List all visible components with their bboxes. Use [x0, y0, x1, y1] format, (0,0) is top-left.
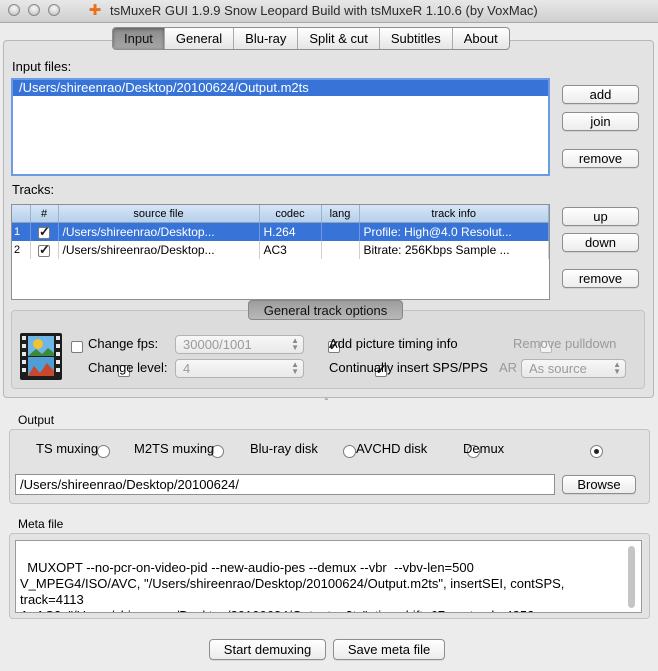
col-codec[interactable]: codec: [259, 205, 322, 223]
window-title: tsMuxeR GUI 1.9.9 Snow Leopard Build wit…: [110, 3, 538, 18]
level-select: 4 ▲ ▼: [175, 359, 304, 378]
track-down-button[interactable]: down: [562, 233, 639, 252]
track-codec: AC3: [259, 241, 322, 259]
output-path-field[interactable]: /Users/shireenrao/Desktop/20100624/: [15, 474, 555, 495]
track-info: Bitrate: 256Kbps Sample ...: [359, 241, 549, 259]
track-up-button[interactable]: up: [562, 207, 639, 226]
fps-value: 30000/1001: [183, 337, 252, 352]
m2ts-muxing-label: M2TS muxing: [134, 441, 215, 456]
minimize-window-button[interactable]: [28, 4, 40, 16]
ar-value: As source: [529, 361, 587, 376]
track-lang[interactable]: [321, 241, 360, 259]
input-files-list[interactable]: /Users/shireenrao/Desktop/20100624/Outpu…: [11, 78, 550, 176]
track-enable-checkbox[interactable]: [38, 242, 50, 258]
title-bar: ✚ tsMuxeR GUI 1.9.9 Snow Leopard Build w…: [0, 0, 658, 23]
add-picture-timing-label: Add picture timing info: [329, 336, 458, 351]
track-row-number: 1: [12, 222, 31, 241]
col-selector: [12, 205, 31, 223]
track-options-header: General track options: [248, 300, 403, 320]
remove-file-button[interactable]: remove: [562, 149, 639, 168]
tab-general[interactable]: General: [165, 28, 235, 49]
stepper-icon: ▲ ▼: [291, 360, 299, 376]
save-meta-file-button[interactable]: Save meta file: [333, 639, 445, 660]
zoom-window-button[interactable]: [48, 4, 60, 16]
tab-subtitles[interactable]: Subtitles: [380, 28, 453, 49]
join-file-button[interactable]: join: [562, 112, 639, 131]
tracks-header-row: # source file codec lang track info: [12, 205, 549, 223]
remove-track-button[interactable]: remove: [562, 269, 639, 288]
track-enable-checkbox[interactable]: [38, 224, 50, 240]
col-source-file[interactable]: source file: [58, 205, 260, 223]
tab-bar: Input General Blu-ray Split & cut Subtit…: [112, 27, 510, 50]
ar-label: AR: [499, 360, 518, 375]
splitter-handle-icon[interactable]: ⌃: [323, 397, 330, 406]
output-label: Output: [18, 413, 55, 427]
app-puzzle-icon: ✚: [88, 2, 102, 19]
track-codec: H.264: [259, 222, 322, 241]
tracks-table[interactable]: # source file codec lang track info 1 /U…: [11, 204, 550, 300]
meta-file-text: MUXOPT --no-pcr-on-video-pid --new-audio…: [20, 560, 565, 612]
remove-pulldown-label: Remove pulldown: [513, 336, 617, 351]
ar-select: As source ▲ ▼: [521, 359, 626, 378]
tab-split-cut[interactable]: Split & cut: [298, 28, 380, 49]
col-number[interactable]: #: [30, 205, 59, 223]
demux-label: Demux: [463, 441, 505, 456]
track-lang[interactable]: [321, 222, 360, 241]
meta-scrollbar[interactable]: [628, 546, 635, 608]
add-file-button[interactable]: add: [562, 85, 639, 104]
fps-select: 30000/1001 ▲ ▼: [175, 335, 304, 354]
input-file-item[interactable]: /Users/shireenrao/Desktop/20100624/Outpu…: [13, 80, 548, 96]
browse-button[interactable]: Browse: [562, 475, 636, 494]
tracks-label: Tracks:: [12, 182, 55, 197]
change-fps-label: Change fps:: [88, 336, 159, 351]
change-fps-checkbox[interactable]: [71, 340, 83, 353]
blu-ray-disk-label: Blu-ray disk: [250, 441, 318, 456]
track-source: /Users/shireenrao/Desktop...: [58, 241, 260, 259]
col-lang[interactable]: lang: [321, 205, 360, 223]
close-window-button[interactable]: [8, 4, 20, 16]
film-strip-icon: [20, 333, 62, 380]
stepper-icon: ▲ ▼: [613, 360, 621, 376]
tab-input[interactable]: Input: [113, 28, 165, 49]
table-row[interactable]: 1 /Users/shireenrao/Desktop... H.264 Pro…: [12, 222, 549, 241]
meta-file-label: Meta file: [18, 517, 64, 531]
change-level-label: Change level:: [88, 360, 168, 375]
input-files-label: Input files:: [12, 59, 72, 74]
demux-radio[interactable]: [589, 445, 603, 459]
meta-file-textarea[interactable]: MUXOPT --no-pcr-on-video-pid --new-audio…: [15, 540, 642, 613]
start-demuxing-button[interactable]: Start demuxing: [209, 639, 326, 660]
track-info: Profile: High@4.0 Resolut...: [359, 222, 549, 241]
tab-about[interactable]: About: [453, 28, 509, 49]
tab-blu-ray[interactable]: Blu-ray: [234, 28, 299, 49]
level-value: 4: [183, 361, 191, 376]
table-row[interactable]: 2 /Users/shireenrao/Desktop... AC3 Bitra…: [12, 241, 549, 259]
insert-sps-label: Continually insert SPS/PPS: [329, 360, 488, 375]
track-source: /Users/shireenrao/Desktop...: [58, 222, 260, 241]
col-track-info[interactable]: track info: [359, 205, 549, 223]
track-row-number: 2: [12, 241, 31, 259]
avchd-disk-label: AVCHD disk: [356, 441, 428, 456]
ts-muxing-label: TS muxing: [36, 441, 99, 456]
stepper-icon: ▲ ▼: [291, 336, 299, 352]
